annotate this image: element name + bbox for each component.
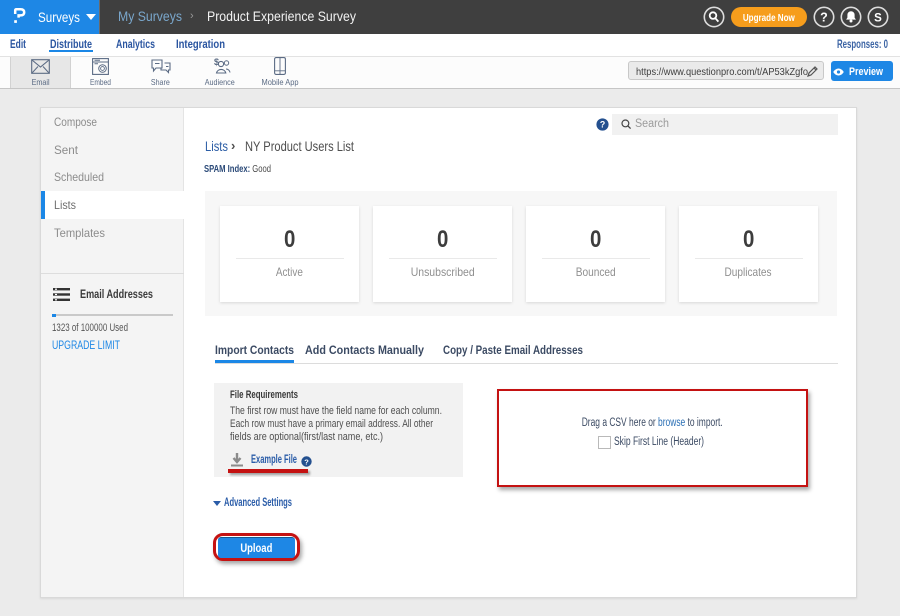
- svg-text:?: ?: [820, 10, 828, 24]
- svg-text:?: ?: [600, 120, 605, 130]
- svg-text:S: S: [874, 12, 882, 24]
- svg-text:?: ?: [304, 457, 309, 466]
